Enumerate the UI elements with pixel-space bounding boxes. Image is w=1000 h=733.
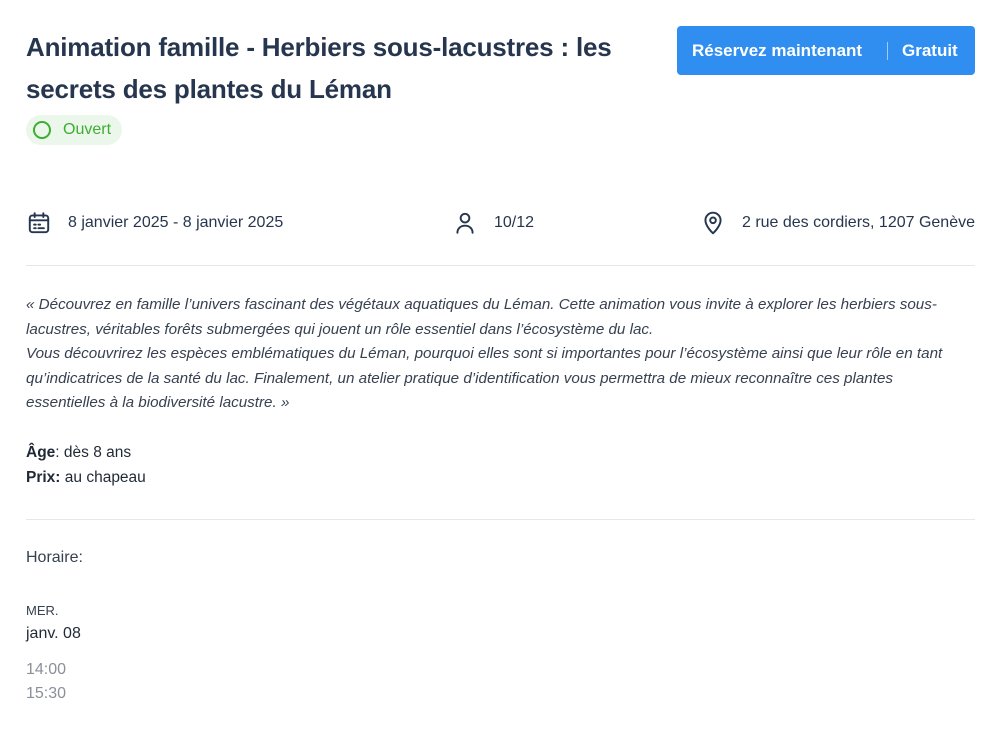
divider <box>26 265 975 266</box>
calendar-icon <box>28 212 50 234</box>
age-row: Âge: dès 8 ans <box>26 441 146 466</box>
schedule-start-time: 14:00 <box>26 661 67 678</box>
event-meta: 8 janvier 2025 - 8 janvier 2025 10/12 2 … <box>26 205 975 241</box>
description-paragraph: Vous découvrirez les espèces emblématiqu… <box>26 345 943 412</box>
price-label-detail: Prix: <box>26 468 61 486</box>
meta-address: 2 rue des cordiers, 1207 Genève <box>700 205 975 241</box>
price-row: Prix: au chapeau <box>26 466 146 491</box>
event-address: 2 rue des cordiers, 1207 Genève <box>741 214 975 231</box>
seats-count: 10/12 <box>494 214 535 231</box>
event-dates: 8 janvier 2025 - 8 janvier 2025 <box>68 214 284 231</box>
schedule-end-time: 15:30 <box>26 685 67 702</box>
schedule-date: janv. 08 <box>26 625 81 642</box>
price-value: au chapeau <box>60 468 146 486</box>
location-pin-icon <box>704 211 722 235</box>
status-text: Ouvert <box>63 121 112 138</box>
age-value: : dès 8 ans <box>55 444 132 461</box>
meta-seats: 10/12 <box>452 205 534 241</box>
circle-icon <box>33 121 51 139</box>
event-details: Âge: dès 8 ans Prix: au chapeau <box>26 441 146 490</box>
meta-date: 8 janvier 2025 - 8 janvier 2025 <box>26 205 283 241</box>
event-header: Animation famille - Herbiers sous-lacust… <box>26 26 975 146</box>
price-label: Gratuit <box>902 40 958 60</box>
schedule-label: Horaire: <box>26 549 83 566</box>
divider <box>26 519 975 520</box>
age-label: Âge <box>26 444 56 461</box>
book-now-label: Réservez maintenant <box>692 40 863 60</box>
status-badge: Ouvert <box>26 115 123 145</box>
schedule-day: MER. <box>26 603 59 618</box>
description-paragraph: « Découvrez en famille l’univers fascina… <box>26 296 937 338</box>
person-icon <box>456 212 474 234</box>
book-now-button[interactable]: Réservez maintenant Gratuit <box>677 26 975 75</box>
event-description: « Découvrez en famille l’univers fascina… <box>26 293 976 416</box>
page-title: Animation famille - Herbiers sous-lacust… <box>26 32 612 104</box>
